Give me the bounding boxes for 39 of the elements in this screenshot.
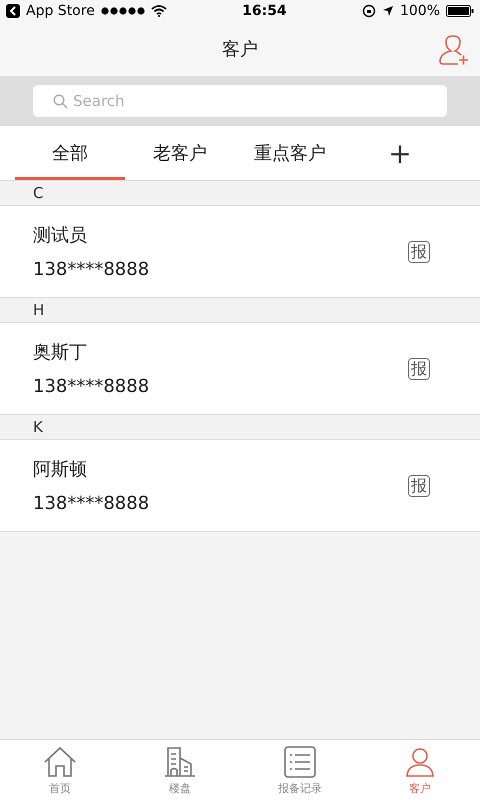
- tab-bar-item[interactable]: 楼盘: [120, 740, 240, 800]
- search-icon: [53, 94, 68, 109]
- tab-bar-label: 首页: [49, 781, 71, 796]
- home-icon: [43, 746, 77, 778]
- add-tab-button[interactable]: +: [345, 126, 455, 180]
- back-icon[interactable]: [6, 4, 20, 18]
- customer-name: 测试员: [33, 224, 88, 247]
- report-button[interactable]: 报: [408, 240, 430, 262]
- customer-row[interactable]: 奥斯丁 138****8888 报: [0, 323, 480, 415]
- customer-name: 奥斯丁: [33, 341, 88, 364]
- report-button[interactable]: 报: [408, 474, 430, 496]
- customer-phone: 138****8888: [33, 376, 150, 397]
- tab-bar-label: 报备记录: [278, 781, 322, 796]
- tab-bar-label: 楼盘: [169, 781, 191, 796]
- page-title: 客户: [222, 38, 258, 61]
- wifi-icon: [150, 5, 167, 17]
- report-button[interactable]: 报: [408, 358, 430, 380]
- building-icon: [163, 746, 197, 778]
- customer-row[interactable]: 测试员 138****8888 报: [0, 206, 480, 298]
- tab-bar-label: 客户: [409, 781, 431, 796]
- clock-time: 16:54: [242, 3, 287, 19]
- add-person-icon[interactable]: [438, 34, 470, 66]
- customer-row[interactable]: 阿斯顿 138****8888 报: [0, 440, 480, 532]
- customer-phone: 138****8888: [33, 493, 150, 514]
- list-icon: [283, 746, 317, 778]
- customer-phone: 138****8888: [33, 259, 150, 280]
- battery-percent: 100%: [400, 3, 440, 19]
- tab-bar-item[interactable]: 报备记录: [240, 740, 360, 800]
- signal-icon: [100, 7, 145, 15]
- location-arrow-icon: [382, 5, 394, 17]
- filter-tab[interactable]: 老客户: [125, 126, 235, 180]
- back-app-label[interactable]: App Store: [26, 3, 95, 19]
- tab-bar-item[interactable]: 首页: [0, 740, 120, 800]
- filter-tab[interactable]: 重点客户: [235, 126, 345, 180]
- battery-icon: [446, 5, 474, 17]
- rotation-lock-icon: [362, 4, 376, 18]
- person-icon: [403, 746, 437, 778]
- search-field[interactable]: Search: [33, 85, 447, 117]
- customer-name: 阿斯顿: [33, 458, 88, 481]
